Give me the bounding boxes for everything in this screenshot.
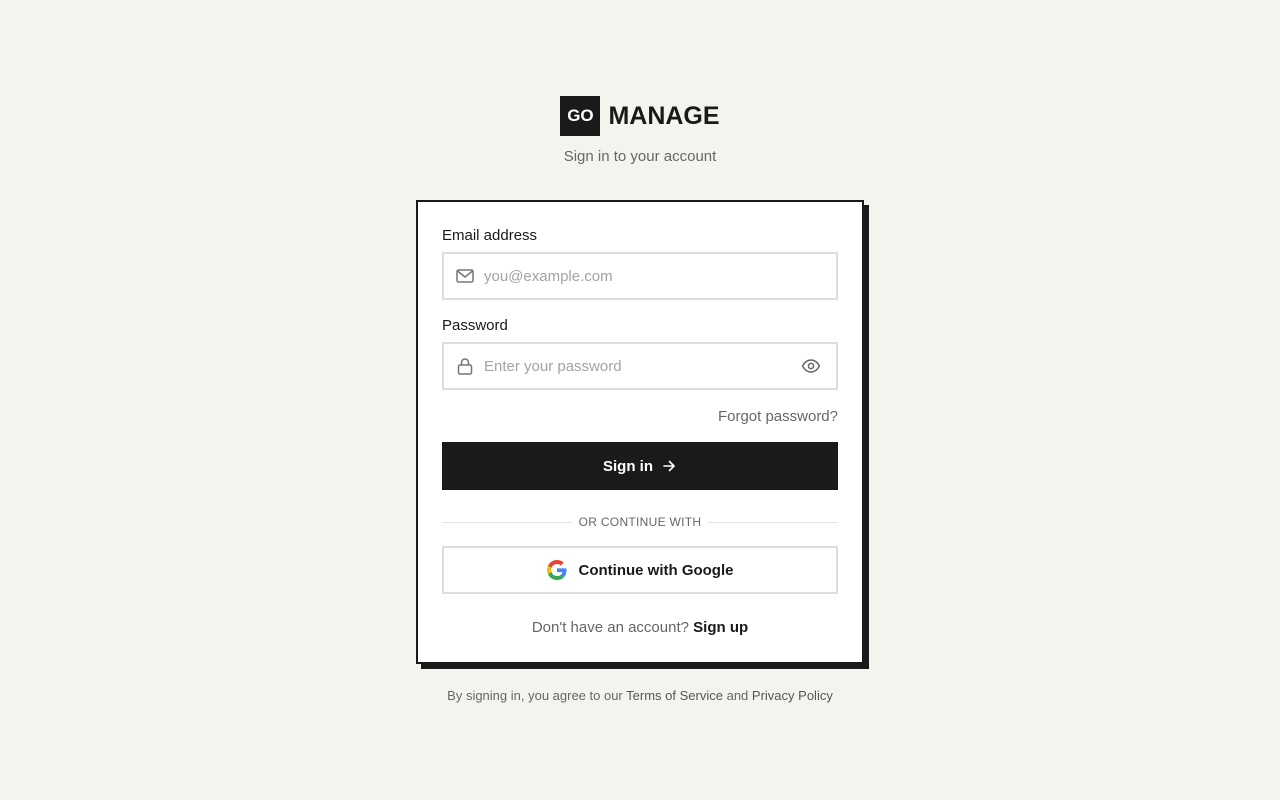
terms-notice: By signing in, you agree to our Terms of… <box>0 688 1280 703</box>
divider-label: OR CONTINUE WITH <box>578 515 702 529</box>
google-icon <box>546 560 567 580</box>
google-button-label: Continue with Google <box>578 561 734 579</box>
terms-prefix: By signing in, you agree to our <box>447 688 623 703</box>
signin-button[interactable]: Sign in <box>442 442 838 490</box>
password-label: Password <box>442 317 508 334</box>
divider: OR CONTINUE WITH <box>442 514 839 530</box>
divider-line-right <box>708 521 839 523</box>
lock-icon <box>455 356 475 376</box>
terms-and: and <box>726 688 749 703</box>
forgot-password-link[interactable]: Forgot password? <box>718 408 838 425</box>
divider-line-left <box>442 521 572 523</box>
password-field-container[interactable] <box>442 342 838 390</box>
privacy-link[interactable]: Privacy Policy <box>752 688 833 703</box>
page-subtitle: Sign in to your account <box>563 148 717 165</box>
signin-button-label: Sign in <box>603 457 653 475</box>
email-label: Email address <box>442 227 538 244</box>
email-field-container[interactable] <box>442 252 838 300</box>
brand-mark: GO <box>560 96 601 136</box>
mail-icon <box>455 266 475 286</box>
google-signin-button[interactable]: Continue with Google <box>442 546 838 594</box>
arrow-right-icon <box>661 458 677 474</box>
signup-link[interactable]: Sign up <box>693 619 748 636</box>
terms-link[interactable]: Terms of Service <box>626 688 723 703</box>
signup-row: Don't have an account? Sign up <box>418 619 862 636</box>
brand-name: MANAGE <box>608 101 720 130</box>
email-input[interactable] <box>484 267 836 285</box>
signup-prompt: Don't have an account? <box>531 619 689 636</box>
password-input[interactable] <box>484 357 800 375</box>
signin-card: Email address Password Forgot password? <box>416 200 864 664</box>
brand-logo: GO MANAGE <box>0 96 1280 136</box>
eye-icon[interactable] <box>800 355 822 377</box>
